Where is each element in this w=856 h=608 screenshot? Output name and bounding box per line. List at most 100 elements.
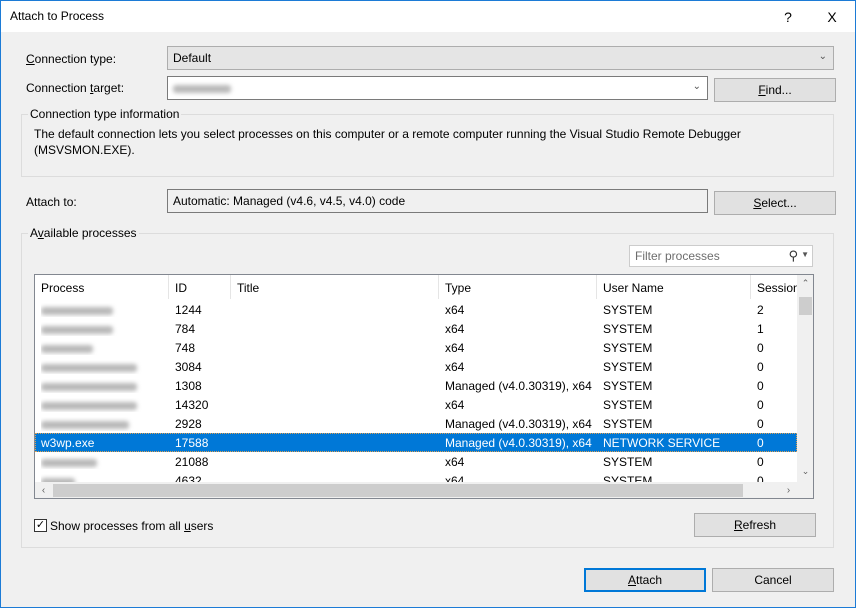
available-processes-legend: Available processes [28,226,139,240]
process-name-redacted [41,306,113,315]
process-list-rows: 1244 x64 SYSTEM 2 784 x64 SYSTEM 1 748 x64 SYSTEM 0… [35,300,797,490]
process-row[interactable]: w3wp.exe 17588 Managed (v4.0.30319), x64 NE… [35,433,797,452]
cell-process [41,322,167,336]
cell-type: x64 [445,455,465,469]
column-header-process[interactable]: Process [35,275,169,299]
cell-id: 1308 [175,379,202,393]
cell-user-name: SYSTEM [603,303,653,317]
cell-process [41,398,167,412]
help-button[interactable]: ? [766,1,810,32]
cell-id: 17588 [175,436,209,450]
scroll-up-icon[interactable]: ⌃ [797,275,813,292]
process-row[interactable]: 2928 Managed (v4.0.30319), x64 SYSTEM 0 [35,414,797,433]
select-button[interactable]: Select... [714,191,836,215]
cell-type: x64 [445,398,465,412]
attach-to-text: Automatic: Managed (v4.6, v4.5, v4.0) co… [173,194,406,208]
cell-process: w3wp.exe [41,436,95,450]
cell-session: 0 [757,341,764,355]
refresh-button[interactable]: Refresh [694,513,816,537]
column-header-user-name[interactable]: User Name [597,275,751,299]
process-row[interactable]: 1308 Managed (v4.0.30319), x64 SYSTEM 0 [35,376,797,395]
cell-id: 784 [175,322,196,336]
process-name-redacted [41,420,129,429]
scroll-down-icon[interactable]: ⌄ [797,463,813,480]
cell-type: x64 [445,360,465,374]
column-header-session[interactable]: Session [751,275,797,299]
cell-user-name: SYSTEM [603,417,653,431]
process-name-redacted [41,344,93,353]
connection-type-label: Connection type: [26,52,117,66]
cell-id: 2928 [175,417,202,431]
process-list-header: Process ID Title Type User Name Session [35,275,797,299]
scroll-left-icon[interactable]: ‹ [35,482,52,498]
process-row[interactable]: 1244 x64 SYSTEM 2 [35,300,797,319]
chevron-down-icon: ⌄ [818,51,827,62]
cell-type: x64 [445,341,465,355]
cell-session: 0 [757,436,764,450]
process-list[interactable]: Process ID Title Type User Name Session … [34,274,814,499]
cell-user-name: SYSTEM [603,455,653,469]
cell-process [41,455,167,469]
cell-session: 0 [757,360,764,374]
find-button[interactable]: Find... [714,78,836,102]
search-options-dropdown-icon[interactable]: ▼ [801,250,809,259]
attach-to-process-dialog: Attach to Process ? X Connection type: D… [0,0,856,608]
show-all-users-label[interactable]: Show processes from all users [50,519,213,533]
process-row[interactable]: 3084 x64 SYSTEM 0 [35,357,797,376]
filter-processes-input[interactable]: Filter processes ⚲ ▼ [629,245,813,267]
cell-id: 14320 [175,398,209,412]
process-name-redacted [41,325,113,334]
cell-process [41,417,167,431]
cell-session: 2 [757,303,764,317]
cell-process [41,341,167,355]
process-row[interactable]: 14320 x64 SYSTEM 0 [35,395,797,414]
process-name-redacted [41,401,137,410]
cancel-button[interactable]: Cancel [712,568,834,592]
search-icon[interactable]: ⚲ [788,248,798,264]
cell-process [41,379,167,393]
cell-user-name: SYSTEM [603,322,653,336]
connection-target-value-redacted [173,84,231,93]
process-row[interactable]: 748 x64 SYSTEM 0 [35,338,797,357]
column-header-id[interactable]: ID [169,275,231,299]
close-button[interactable]: X [810,1,854,32]
cell-process [41,360,167,374]
vertical-scrollbar[interactable]: ⌃ ⌄ [797,275,813,482]
column-header-title[interactable]: Title [231,275,439,299]
show-all-users-checkbox[interactable]: ✓ [34,519,47,532]
horizontal-scrollbar[interactable]: ‹ › [35,482,813,498]
filter-placeholder: Filter processes [635,249,720,263]
connection-type-dropdown[interactable]: Default ⌄ [167,46,834,70]
cell-user-name: SYSTEM [603,398,653,412]
cell-session: 1 [757,322,764,336]
title-bar: Attach to Process ? X [1,1,855,32]
cell-type: x64 [445,322,465,336]
connection-type-value: Default [173,51,212,65]
process-row[interactable]: 784 x64 SYSTEM 1 [35,319,797,338]
vertical-scroll-thumb[interactable] [799,297,812,315]
cell-id: 748 [175,341,196,355]
process-row[interactable]: 21088 x64 SYSTEM 0 [35,452,797,471]
cell-type: Managed (v4.0.30319), x64 [445,417,592,431]
connection-info-group: Connection type information The default … [21,107,834,177]
chevron-down-icon[interactable]: ⌄ [693,81,701,92]
process-name-redacted [41,363,137,372]
cell-id: 21088 [175,455,209,469]
horizontal-scroll-thumb[interactable] [53,484,743,497]
cell-id: 3084 [175,360,202,374]
cell-session: 0 [757,379,764,393]
window-title: Attach to Process [10,9,105,23]
connection-target-label: Connection target: [26,81,125,95]
cell-user-name: NETWORK SERVICE [603,436,721,450]
cell-session: 0 [757,417,764,431]
scroll-right-icon[interactable]: › [780,482,797,498]
attach-button[interactable]: Attach [584,568,706,592]
connection-info-text: The default connection lets you select p… [34,127,741,157]
column-header-type[interactable]: Type [439,275,597,299]
connection-target-input[interactable]: ⌄ [167,76,708,100]
process-name-redacted [41,382,137,391]
cell-id: 1244 [175,303,202,317]
cell-type: Managed (v4.0.30319), x64 [445,436,592,450]
cell-process [41,303,167,317]
cell-user-name: SYSTEM [603,360,653,374]
